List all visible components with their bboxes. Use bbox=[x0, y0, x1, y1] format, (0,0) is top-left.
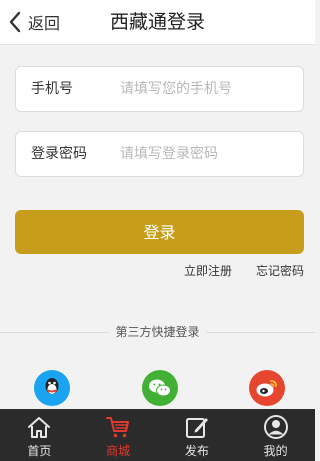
login-button[interactable]: 登录 bbox=[15, 210, 304, 254]
tab-mine[interactable]: 我的 bbox=[236, 409, 315, 461]
tab-mine-label: 我的 bbox=[263, 444, 288, 458]
tab-home[interactable]: 首页 bbox=[0, 409, 79, 461]
password-field: 登录密码 bbox=[15, 131, 304, 177]
page-title: 西藏通登录 bbox=[109, 11, 205, 33]
tab-home-label: 首页 bbox=[27, 444, 52, 458]
forgot-password-link[interactable]: 忘记密码 bbox=[256, 262, 304, 279]
qq-login-button[interactable] bbox=[34, 370, 70, 406]
tab-mall[interactable]: 商城 bbox=[79, 409, 158, 461]
wechat-login-button[interactable] bbox=[142, 370, 178, 406]
edit-icon bbox=[185, 418, 208, 438]
tab-publish[interactable]: 发布 bbox=[158, 409, 237, 461]
header-bar: 返回 西藏通登录 bbox=[0, 0, 315, 45]
phone-input[interactable] bbox=[120, 67, 295, 111]
weibo-login-button[interactable] bbox=[249, 370, 285, 406]
password-label: 登录密码 bbox=[31, 146, 87, 162]
cart-icon bbox=[106, 417, 130, 438]
third-party-title-text: 第三方快捷登录 bbox=[109, 325, 206, 339]
tab-publish-label: 发布 bbox=[184, 444, 209, 458]
tab-mall-label: 商城 bbox=[106, 444, 131, 458]
home-icon bbox=[28, 417, 51, 438]
register-link[interactable]: 立即注册 bbox=[184, 262, 232, 279]
qq-icon bbox=[45, 378, 59, 394]
phone-label: 手机号 bbox=[31, 81, 73, 97]
wechat-icon bbox=[149, 379, 171, 397]
password-input[interactable] bbox=[120, 132, 295, 176]
weibo-icon bbox=[256, 380, 277, 397]
phone-field: 手机号 bbox=[15, 66, 304, 112]
user-icon bbox=[263, 415, 288, 439]
third-party-title: 第三方快捷登录 bbox=[0, 323, 315, 340]
bottom-tab-bar: 首页 商城 发布 我的 bbox=[0, 409, 315, 461]
